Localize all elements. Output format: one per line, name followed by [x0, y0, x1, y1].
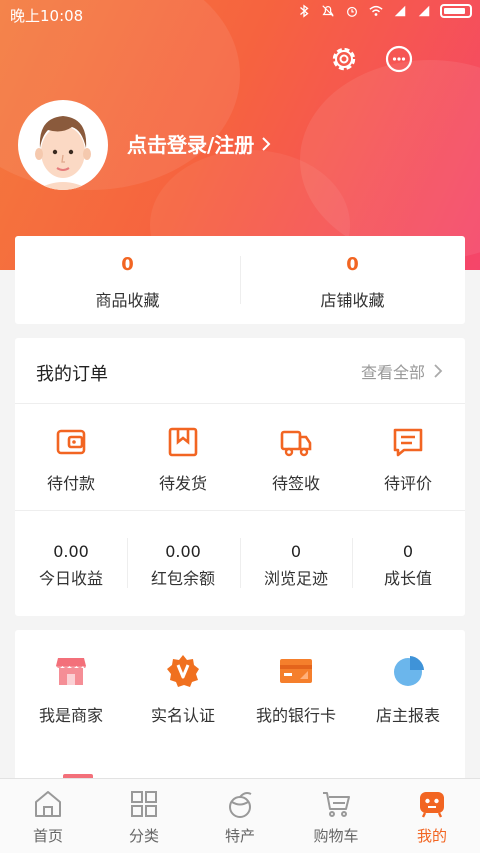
order-pending-shipment[interactable]: 待发货 [127, 426, 239, 494]
orders-card: 我的订单 查看全部 待付款 待发货 待签收 待评价 0.00 今日收益 0.00… [15, 338, 465, 616]
tab-mine[interactable]: 我的 [384, 779, 480, 853]
store-favorites-label: 店铺收藏 [320, 291, 385, 310]
view-all-orders-link[interactable]: 查看全部 [361, 359, 443, 383]
stat-value: 0.00 [165, 542, 201, 561]
chevron-right-icon [262, 136, 271, 151]
pie-chart-icon [394, 656, 424, 686]
favorites-card: 0 商品收藏 0 店铺收藏 [15, 236, 465, 324]
gear-icon[interactable] [328, 43, 360, 75]
battery-icon [440, 4, 472, 18]
tool-label: 我的银行卡 [255, 706, 336, 725]
tab-label: 特产 [224, 827, 255, 845]
bank-card-icon [280, 659, 312, 683]
tab-label: 我的 [416, 827, 447, 845]
order-pending-review[interactable]: 待评价 [352, 426, 464, 494]
stat-value: 0 [402, 542, 414, 561]
status-icons [296, 4, 472, 18]
store-favorites[interactable]: 0 店铺收藏 [240, 236, 465, 324]
shop-owner-report[interactable]: 店主报表 [352, 654, 464, 726]
order-status-label: 待签收 [271, 474, 320, 493]
store-favorites-count: 0 [346, 254, 359, 275]
status-time: 晚上10:08 [10, 7, 84, 25]
view-all-label: 查看全部 [360, 363, 425, 382]
signal-icon [394, 5, 406, 17]
verified-badge-icon [167, 655, 199, 687]
wallet-icon [56, 429, 86, 455]
product-favorites-label: 商品收藏 [95, 291, 160, 310]
tool-label: 我是商家 [38, 706, 103, 725]
real-name-verification[interactable]: 实名认证 [127, 654, 239, 726]
package-icon [168, 427, 198, 457]
tab-specialty[interactable]: 特产 [192, 779, 288, 853]
chat-bubble-icon[interactable] [383, 43, 415, 75]
merchant-entry[interactable]: 我是商家 [15, 654, 127, 726]
today-earnings[interactable]: 0.00 今日收益 [15, 542, 127, 589]
order-status-label: 待发货 [158, 474, 207, 493]
wifi-icon [369, 5, 383, 16]
signal-icon [418, 5, 430, 17]
tab-cart[interactable]: 购物车 [288, 779, 384, 853]
specialty-icon [229, 792, 252, 818]
orders-title: 我的订单 [36, 364, 108, 385]
divider [15, 510, 465, 511]
order-status-label: 待付款 [46, 474, 95, 493]
stat-label: 浏览足迹 [263, 569, 328, 588]
order-status-label: 待评价 [383, 474, 432, 493]
tool-label: 实名认证 [150, 706, 215, 725]
stat-label: 今日收益 [38, 569, 103, 588]
stat-value: 0.00 [53, 542, 89, 561]
alarm-icon [347, 6, 357, 17]
tools-card: 我是商家 实名认证 我的银行卡 店主报表 [15, 630, 465, 790]
comment-icon [393, 428, 423, 457]
growth-points[interactable]: 0 成长值 [352, 542, 464, 589]
tab-home[interactable]: 首页 [0, 779, 96, 853]
tab-category[interactable]: 分类 [96, 779, 192, 853]
browsing-history[interactable]: 0 浏览足迹 [240, 542, 352, 589]
login-register-text: 点击登录/注册 [127, 133, 255, 157]
bottom-tab-bar: 首页 分类 特产 购物车 我的 [0, 778, 480, 853]
stat-value: 0 [290, 542, 302, 561]
bluetooth-icon [300, 4, 309, 18]
product-favorites-count: 0 [121, 254, 134, 275]
truck-icon [280, 430, 312, 457]
red-packet-balance[interactable]: 0.00 红包余额 [127, 542, 239, 589]
status-bar: 晚上10:08 [0, 0, 480, 28]
divider [15, 403, 465, 404]
home-icon [35, 791, 61, 817]
order-pending-receipt[interactable]: 待签收 [240, 426, 352, 494]
mute-icon [322, 5, 334, 17]
tool-label: 店主报表 [375, 706, 440, 725]
chevron-right-icon [434, 364, 443, 378]
avatar[interactable] [18, 100, 108, 190]
tab-label: 分类 [128, 827, 159, 845]
stat-label: 红包余额 [150, 569, 215, 588]
cart-icon [323, 792, 350, 817]
store-icon [56, 658, 86, 685]
my-bank-cards[interactable]: 我的银行卡 [240, 654, 352, 726]
order-pending-payment[interactable]: 待付款 [15, 426, 127, 494]
profile-robot-icon [420, 792, 444, 818]
stat-label: 成长值 [383, 569, 432, 588]
grid-icon [131, 791, 157, 817]
product-favorites[interactable]: 0 商品收藏 [15, 236, 240, 324]
login-register-link[interactable]: 点击登录/注册 [127, 129, 272, 158]
tab-label: 购物车 [313, 827, 359, 845]
default-avatar-image [35, 116, 91, 190]
tab-label: 首页 [32, 827, 63, 845]
